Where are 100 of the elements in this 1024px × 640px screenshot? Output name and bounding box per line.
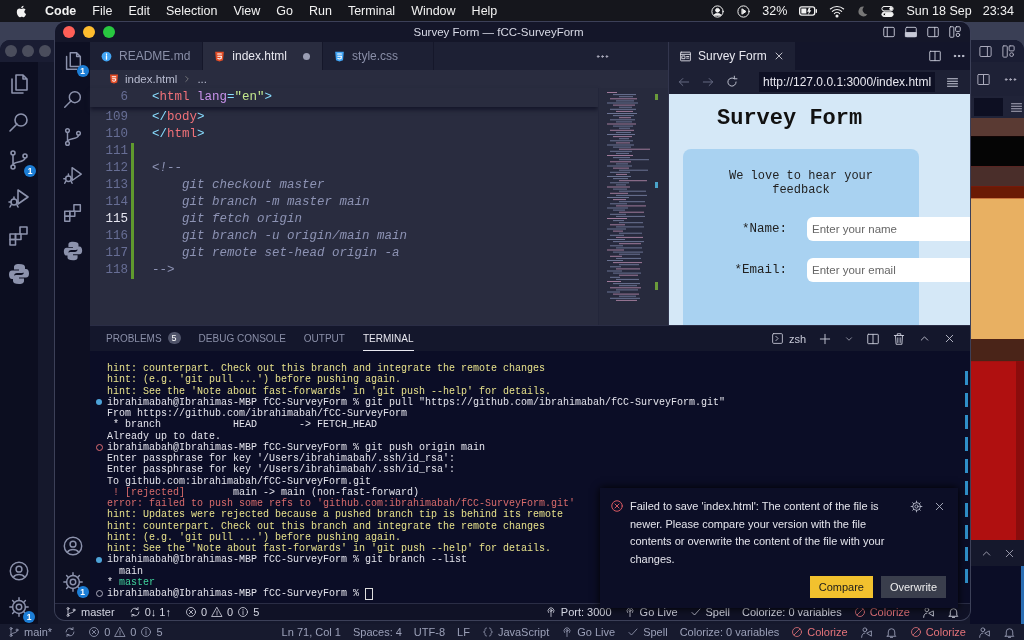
bell-icon[interactable] [1003,625,1016,639]
input-field[interactable]: Enter your email [807,258,970,282]
settings-icon[interactable] [8,596,30,618]
branch-name[interactable]: main* [24,626,53,638]
play-circle-icon[interactable] [736,3,752,19]
panel-tab[interactable]: TERMINAL [362,326,414,351]
info-count[interactable]: 5 [253,606,260,618]
browser-tab[interactable]: Survey Form [669,42,795,70]
extensions-icon[interactable] [7,224,31,248]
notification-button[interactable]: Overwrite [880,576,946,598]
trash-icon[interactable] [892,331,906,346]
info-count[interactable]: 5 [156,626,163,638]
menu-item[interactable]: View [233,4,261,18]
plus-icon[interactable] [818,331,832,346]
reload-icon[interactable] [725,75,739,89]
account-icon[interactable] [61,535,84,557]
status-item[interactable]: LF [457,626,470,638]
menu-item[interactable]: Go [276,4,293,18]
run-debug-icon[interactable] [61,164,84,186]
error-count[interactable]: 0 [104,626,111,638]
settings-icon[interactable] [910,500,923,513]
zoom-window-button[interactable] [103,26,115,38]
minimize-window-button[interactable] [83,26,95,38]
panel-tab[interactable]: DEBUG CONSOLE [198,326,286,351]
customize-layout-icon[interactable] [1001,43,1016,59]
python-icon[interactable] [7,262,31,286]
menu-item[interactable]: Edit [128,4,150,18]
customize-layout-icon[interactable] [948,25,962,39]
sync-status[interactable]: 0↓ 1↑ [144,606,171,618]
close-window-button[interactable] [63,26,75,38]
status-item[interactable]: Colorize [807,626,848,638]
menu-item[interactable]: Run [308,4,332,18]
status-item[interactable]: Port: 3000 [560,606,612,618]
terminal-selector[interactable]: zsh [770,326,806,351]
menubar-time[interactable]: 23:34 [982,4,1014,18]
editor-tab[interactable]: style.css [323,42,435,70]
panel-tab[interactable]: PROBLEMS 5 [106,326,181,351]
breadcrumb-item[interactable]: ... [197,73,207,85]
sync-icon[interactable] [64,626,77,638]
field-label: *Email: [733,263,787,277]
status-item[interactable]: Colorize: 0 variables [742,606,842,618]
terminal-line: hint: (e.g. 'git pull ...') before pushing again. [107,374,402,386]
menu-item[interactable]: Terminal [347,4,396,18]
status-item[interactable]: Colorize [925,626,966,638]
feedback-icon[interactable] [859,625,873,639]
status-item[interactable]: Spaces: 4 [352,626,402,638]
editor-tab[interactable]: index.html [203,42,324,70]
split-editor-icon[interactable] [976,71,991,87]
status-item[interactable]: Spell [643,626,668,638]
notification-button[interactable]: Compare [809,576,873,598]
error-count[interactable]: 0 [200,606,208,618]
split-editor-icon[interactable] [928,49,943,63]
menu-item[interactable]: Selection [165,4,218,18]
terminal-line: hint: Updates were rejected because a pushed branch tip is behind its remote [107,509,564,521]
input-field[interactable]: Enter your name [807,217,970,241]
wifi-icon[interactable] [829,3,846,19]
toggle-sidebar-icon[interactable] [882,25,896,39]
feedback-icon[interactable] [978,625,991,639]
status-item[interactable]: Go Live [577,626,616,638]
warning-count[interactable]: 0 [227,606,234,618]
status-item[interactable]: UTF-8 [413,626,446,638]
account-icon[interactable] [8,560,30,582]
tab-title[interactable]: Survey Form [698,49,767,63]
search-icon[interactable] [7,110,31,134]
toggle-secondary-sidebar-icon[interactable] [926,25,940,39]
python-icon[interactable] [61,240,84,262]
bell-icon[interactable] [947,605,960,619]
search-icon[interactable] [61,88,84,110]
apple-icon[interactable] [14,3,29,19]
warning-count[interactable]: 0 [130,626,137,638]
close-icon[interactable] [943,332,956,345]
breadcrumb-item[interactable]: index.html [125,73,178,85]
feedback-icon[interactable] [922,605,935,619]
menu-item[interactable]: Help [471,4,498,18]
close-icon[interactable] [933,500,946,513]
status-item[interactable]: Colorize: 0 variables [679,626,780,638]
layout-icon[interactable] [978,43,993,59]
status-item[interactable]: Colorize [869,606,910,618]
run-debug-icon[interactable] [7,186,31,210]
toggle-panel-icon[interactable] [904,25,918,39]
menu-item[interactable]: File [92,4,113,18]
notification-badge: 1 [23,611,35,623]
status-item[interactable]: Spell [705,606,730,618]
address-field[interactable]: http://127.0.0.1:3000/index.html [759,72,936,92]
status-item[interactable]: Ln 71, Col 1 [281,626,341,638]
settings-icon[interactable] [61,571,84,593]
panel-tab[interactable]: OUTPUT [303,326,345,351]
moon-icon[interactable] [856,4,870,18]
split-terminal-icon[interactable] [866,331,880,346]
extensions-icon[interactable] [61,202,84,224]
user-circle-icon[interactable] [710,3,726,19]
menu-item[interactable]: Window [411,4,456,18]
app-menu[interactable]: Code [45,4,77,18]
bell-icon[interactable] [884,625,898,639]
status-item[interactable]: Go Live [639,606,678,618]
branch-name[interactable]: master [81,606,115,618]
control-center-icon[interactable] [880,3,896,19]
menubar-date[interactable]: Sun 18 Sep [906,4,972,18]
status-item[interactable]: JavaScript [497,626,550,638]
source-control-icon[interactable] [7,148,31,172]
